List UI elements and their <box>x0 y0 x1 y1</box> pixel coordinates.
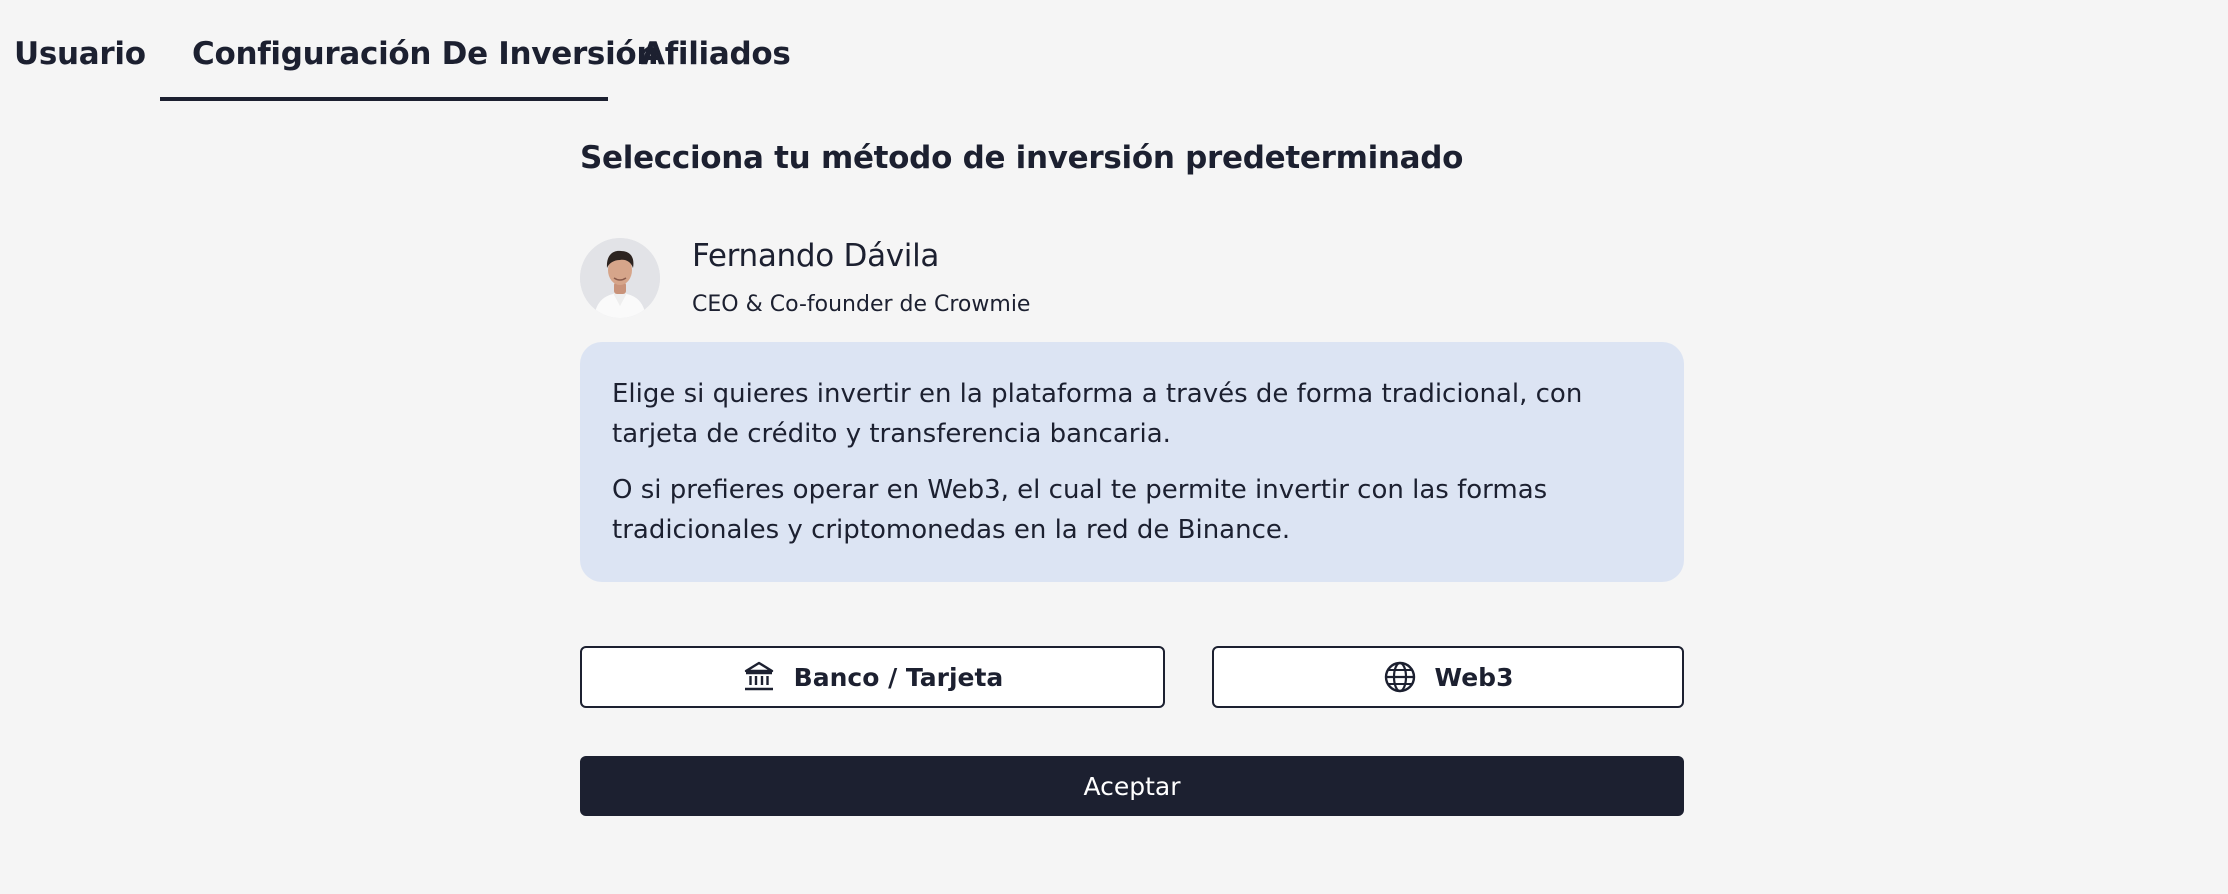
web3-button[interactable]: Web3 <box>1212 646 1684 708</box>
info-box: Elige si quieres invertir en la platafor… <box>580 342 1684 582</box>
page-title: Selecciona tu método de inversión predet… <box>580 140 1464 176</box>
info-paragraph-traditional: Elige si quieres invertir en la platafor… <box>612 379 1583 449</box>
tab-bar: Usuario Configuración De Inversión Afili… <box>0 0 791 102</box>
web3-label: Web3 <box>1434 662 1514 692</box>
person-photo-icon <box>580 238 660 318</box>
aceptar-button[interactable]: Aceptar <box>580 756 1684 816</box>
banco-tarjeta-button[interactable]: Banco / Tarjeta <box>580 646 1165 708</box>
active-tab-indicator <box>160 97 608 101</box>
globe-icon <box>1383 660 1417 694</box>
tab-usuario[interactable]: Usuario <box>14 32 146 76</box>
banco-tarjeta-label: Banco / Tarjeta <box>793 662 1004 692</box>
bank-icon <box>742 660 776 694</box>
tab-afiliados[interactable]: Afiliados <box>641 32 791 76</box>
aceptar-label: Aceptar <box>1083 771 1181 801</box>
person-role: CEO & Co-founder de Crowmie <box>692 292 1031 317</box>
avatar <box>580 238 660 318</box>
tab-configuracion-inversion[interactable]: Configuración De Inversión <box>192 32 658 76</box>
person-name: Fernando Dávila <box>692 238 940 274</box>
info-paragraph-web3: O si prefieres operar en Web3, el cual t… <box>612 475 1548 545</box>
